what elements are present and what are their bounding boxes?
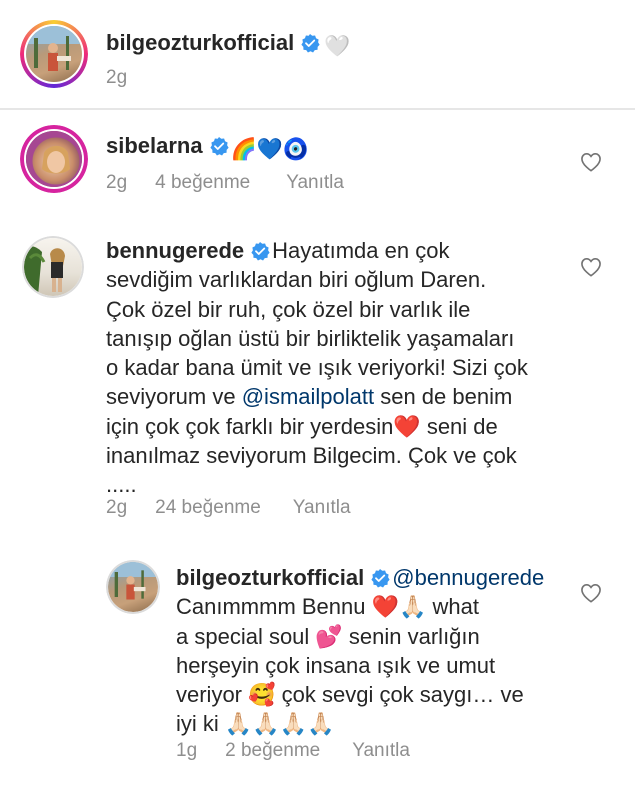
comment-username[interactable]: bennugerede — [106, 238, 244, 263]
post-caption: bilgeozturkofficial 🤍 2g — [0, 0, 635, 108]
reply-meta: 1g 2 beğenme Yanıtla — [176, 740, 438, 762]
caption-username[interactable]: bilgeozturkofficial — [106, 30, 294, 55]
likes-count[interactable]: 4 beğenme — [155, 172, 250, 193]
avatar[interactable] — [20, 20, 88, 88]
mention-link[interactable]: @ismailpolatt — [242, 384, 374, 409]
likes-count[interactable]: 24 beğenme — [155, 497, 261, 518]
comment-line: için çok çok farklı bir yerdesin❤️ seni … — [106, 413, 498, 439]
reply-username[interactable]: bilgeozturkofficial — [176, 565, 364, 590]
verified-badge-icon — [371, 569, 390, 588]
caption-meta: 2g — [106, 67, 155, 89]
comment-line: ..... — [106, 472, 137, 498]
comment-username[interactable]: sibelarna — [106, 133, 203, 158]
reply-body: bilgeozturkofficial @bennugerede Canımmmm… — [176, 563, 566, 739]
avatar[interactable] — [20, 125, 88, 193]
comment-meta: 2g 24 beğenme Yanıtla — [106, 497, 379, 519]
comment-line: inanılmaz seviyorum Bilgecim. Çok ve çok — [106, 443, 517, 469]
reply-line: iyi ki 🙏🏻🙏🏻🙏🏻🙏🏻 — [176, 711, 335, 737]
verified-badge-icon — [301, 34, 320, 53]
white-heart-emoji: 🤍 — [324, 35, 351, 58]
avatar[interactable] — [22, 236, 84, 298]
like-heart-icon[interactable] — [580, 257, 602, 277]
comment-body: bennugerede Hayatımda en çok sevdiğim var… — [106, 236, 576, 500]
reply-line: herşeyin çok insana ışık ve umut — [176, 652, 496, 678]
reply-button[interactable]: Yanıtla — [286, 172, 344, 193]
comment-meta: 2g 4 beğenme Yanıtla — [106, 172, 372, 194]
verified-badge-icon — [251, 242, 270, 261]
divider — [0, 108, 635, 110]
reply-button[interactable]: Yanıtla — [293, 497, 351, 518]
comment-line: Çok özel bir ruh, çok özel bir varlık il… — [106, 296, 471, 322]
avatar[interactable] — [106, 560, 160, 614]
comment-line: seviyorum ve — [106, 384, 242, 410]
reply-button[interactable]: Yanıtla — [352, 740, 410, 761]
reply-line: Canımmmm Bennu ❤️🙏🏻 what — [176, 594, 479, 620]
comment-time: 2g — [106, 497, 128, 518]
comment-time: 2g — [106, 172, 128, 193]
comment-line: o kadar bana ümit ve ışık veriyorki! Siz… — [106, 355, 528, 381]
comment-line: Hayatımda en çok — [272, 238, 450, 263]
comment-line: sen de benim — [374, 384, 513, 410]
verified-badge-icon — [210, 137, 229, 156]
reply-line: a special soul 💕 senin varlığın — [176, 623, 480, 649]
like-heart-icon[interactable] — [580, 152, 602, 172]
comment-line: sevdiğim varlıklardan biri oğlum Daren. — [106, 267, 487, 293]
mention-link[interactable]: @bennugerede — [392, 565, 544, 590]
comment-text: 🌈💙🧿 — [230, 138, 310, 161]
comment-line: tanışıp oğlan üstü bir birliktelik yaşam… — [106, 325, 515, 351]
reply-time: 1g — [176, 740, 198, 761]
reply-line: veriyor 🥰 çok sevgi çok saygı… ve — [176, 682, 524, 708]
like-heart-icon[interactable] — [580, 583, 602, 603]
caption-time: 2g — [106, 67, 128, 88]
likes-count[interactable]: 2 beğenme — [225, 740, 320, 761]
